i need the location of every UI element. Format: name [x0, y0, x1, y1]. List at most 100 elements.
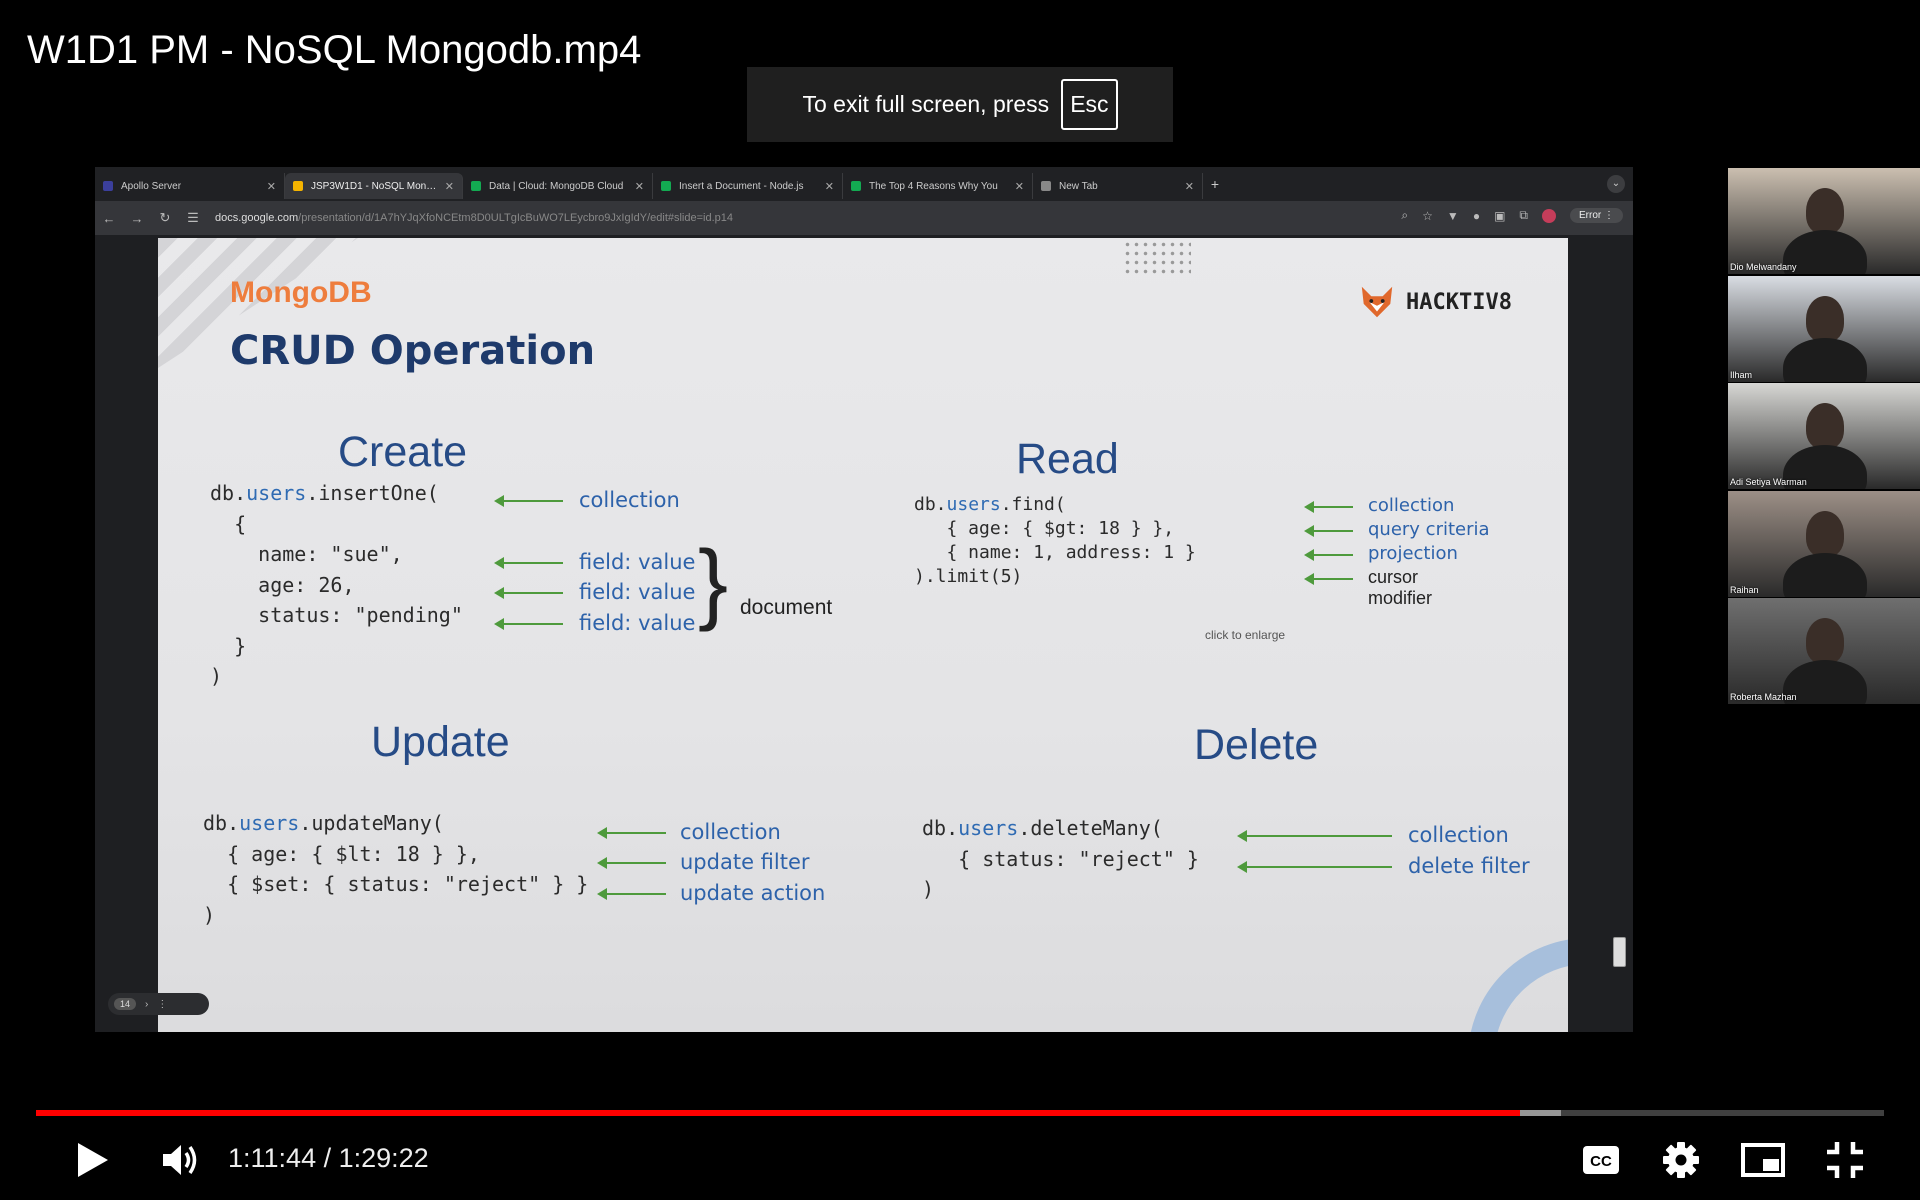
zoom-icon[interactable]: ⌕	[1401, 208, 1408, 223]
hacktiv8-logo: HACKTIV8	[1358, 283, 1512, 321]
extensions-puzzle-icon[interactable]: ⧉	[1519, 208, 1528, 223]
settings-gear-icon[interactable]	[1661, 1140, 1701, 1180]
code-text: }	[210, 633, 247, 658]
error-button[interactable]: Error ⋮	[1569, 208, 1623, 223]
participant-video	[1806, 618, 1844, 664]
side-panel-handle[interactable]	[1613, 937, 1626, 967]
play-icon[interactable]	[72, 1140, 112, 1180]
decorative-ring	[1468, 938, 1568, 1032]
update-code: db.users.updateMany( { age: { $lt: 18 } …	[203, 808, 588, 930]
close-tab-icon[interactable]: ✕	[1015, 180, 1024, 193]
browser-tab[interactable]: The Top 4 Reasons Why You ✕	[843, 173, 1033, 199]
update-heading: Update	[371, 718, 510, 766]
close-tab-icon[interactable]: ✕	[635, 180, 644, 193]
read-code: db.users.find( { age: { $gt: 18 } }, { n…	[914, 493, 1196, 589]
tab-label: Data | Cloud: MongoDB Cloud	[489, 180, 624, 192]
code-line: status: "pending"	[210, 600, 463, 631]
participant-tile[interactable]: Adi Setiya Warman	[1728, 383, 1920, 489]
read-label-query: query criteria	[1368, 519, 1490, 540]
create-code: db.users.insertOne( { name: "sue", age: …	[210, 478, 463, 692]
volume-icon[interactable]	[160, 1140, 200, 1180]
browser-tab[interactable]: Insert a Document - Node.js ✕	[653, 173, 843, 199]
code-line: { name: 1, address: 1 }	[914, 541, 1196, 565]
browser-tab[interactable]: Data | Cloud: MongoDB Cloud ✕	[463, 173, 653, 199]
reload-icon[interactable]: ↻	[151, 210, 179, 226]
tab-search-icon[interactable]: ⌄	[1607, 175, 1625, 193]
participant-video	[1783, 553, 1867, 597]
close-tab-icon[interactable]: ✕	[445, 180, 454, 193]
close-tab-icon[interactable]: ✕	[825, 180, 834, 193]
arrow-icon	[597, 827, 666, 839]
code-line: { age: { $gt: 18 } },	[914, 517, 1196, 541]
participant-video	[1806, 296, 1844, 342]
code-line: db.users.insertOne(	[210, 478, 463, 509]
close-tab-icon[interactable]: ✕	[267, 180, 276, 193]
arrow-icon	[494, 587, 563, 599]
participant-name: Dio Melwandany	[1730, 262, 1797, 272]
tab-favicon-icon	[293, 181, 303, 191]
slide-navigator[interactable]: 14 › ⋮	[108, 993, 209, 1015]
code-line: ).limit(5)	[914, 565, 1196, 589]
back-icon[interactable]: ←	[95, 211, 123, 226]
browser-tab-bar: Apollo Server ✕ JSP3W1D1 - NoSQL Mongodb ✕ D…	[95, 167, 1633, 201]
progress-bar[interactable]	[36, 1110, 1884, 1116]
close-tab-icon[interactable]: ✕	[1185, 180, 1194, 193]
slide-number: 14	[114, 998, 137, 1010]
participant-tile[interactable]: Dio Melwandany	[1728, 168, 1920, 274]
participant-video	[1806, 403, 1844, 449]
esc-key-hint: Esc	[1061, 79, 1118, 130]
code-text: db.	[914, 494, 947, 515]
arrow-icon	[1237, 830, 1392, 842]
code-text: .find(	[1000, 494, 1066, 515]
new-tab-button[interactable]: +	[1203, 176, 1227, 192]
code-line: db.users.deleteMany(	[922, 813, 1199, 844]
site-info-icon[interactable]: ☰	[179, 210, 207, 226]
create-label-collection: collection	[579, 488, 680, 512]
arrow-icon	[1304, 525, 1353, 537]
presentation-slide: MongoDB CRUD Operation HACKTIV8 Create d…	[158, 238, 1568, 1032]
code-text: { name: 1, address: 1 }	[914, 542, 1196, 563]
read-label-projection: projection	[1368, 543, 1458, 564]
tab-label: New Tab	[1059, 180, 1098, 192]
duration: 1:29:22	[338, 1143, 429, 1173]
next-slide-icon[interactable]: ›	[145, 999, 148, 1010]
slide-more-icon[interactable]: ⋮	[157, 999, 167, 1010]
profile-avatar[interactable]	[1541, 208, 1556, 223]
exit-fullscreen-icon[interactable]	[1825, 1140, 1865, 1180]
miniplayer-icon[interactable]	[1741, 1142, 1785, 1178]
code-text: age: 26,	[210, 572, 355, 597]
participant-tile[interactable]: Ilham	[1728, 276, 1920, 382]
forward-icon[interactable]: →	[123, 211, 151, 226]
extension-circle-icon[interactable]: ●	[1473, 209, 1480, 223]
read-heading: Read	[1016, 435, 1119, 483]
read-label-cursor: cursor modifier	[1368, 567, 1433, 608]
bookmark-star-icon[interactable]: ☆	[1422, 209, 1433, 223]
participant-name: Raihan	[1730, 585, 1759, 595]
create-heading: Create	[338, 428, 468, 476]
arrow-icon	[597, 888, 666, 900]
arrow-icon	[494, 495, 563, 507]
closed-captions-icon[interactable]: CC	[1581, 1144, 1621, 1176]
participant-tile[interactable]: Roberta Mazhan	[1728, 598, 1920, 704]
browser-tab[interactable]: New Tab ✕	[1033, 173, 1203, 199]
browser-tab[interactable]: Apollo Server ✕	[95, 173, 285, 199]
logo-text: HACKTIV8	[1406, 289, 1512, 315]
code-line: )	[210, 661, 463, 692]
url-field[interactable]: docs.google.com/presentation/d/1A7hYJqXf…	[215, 212, 733, 224]
code-line: db.users.find(	[914, 493, 1196, 517]
delete-label-filter: delete filter	[1408, 854, 1530, 878]
tab-label: JSP3W1D1 - NoSQL Mongodb	[311, 180, 437, 192]
arrow-icon	[597, 857, 666, 869]
code-text: .deleteMany(	[1018, 816, 1163, 840]
participant-video	[1783, 338, 1867, 382]
extension-badge-icon[interactable]: ▣	[1494, 209, 1505, 223]
code-text: .updateMany(	[299, 811, 444, 835]
browser-tab[interactable]: JSP3W1D1 - NoSQL Mongodb ✕	[285, 173, 463, 199]
browser-tabs: Apollo Server ✕ JSP3W1D1 - NoSQL Mongodb ✕ D…	[95, 169, 1203, 199]
arrow-icon	[1304, 573, 1353, 585]
screen-share-video[interactable]: Apollo Server ✕ JSP3W1D1 - NoSQL Mongodb ✕ D…	[95, 167, 1633, 1032]
update-label-filter: update filter	[680, 850, 810, 874]
participant-tile[interactable]: Raihan	[1728, 491, 1920, 597]
extension-v-icon[interactable]: ▼	[1447, 209, 1459, 223]
video-title: W1D1 PM - NoSQL Mongodb.mp4	[27, 28, 642, 72]
